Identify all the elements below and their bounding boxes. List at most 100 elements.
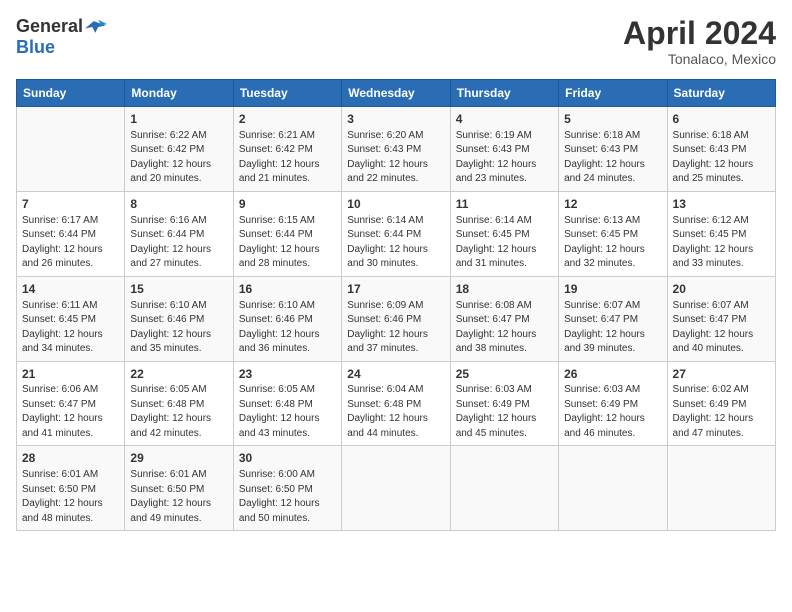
day-info: Sunrise: 6:20 AMSunset: 6:43 PMDaylight:… xyxy=(347,129,444,187)
day-number: 2 xyxy=(239,111,336,128)
day-number: 15 xyxy=(130,281,227,298)
day-info: Sunrise: 6:11 AMSunset: 6:45 PMDaylight:… xyxy=(22,299,119,357)
calendar-cell: 24Sunrise: 6:04 AMSunset: 6:48 PMDayligh… xyxy=(342,361,450,446)
month-title: April 2024 xyxy=(623,16,776,51)
day-number: 5 xyxy=(564,111,661,128)
calendar-cell: 17Sunrise: 6:09 AMSunset: 6:46 PMDayligh… xyxy=(342,276,450,361)
day-number: 12 xyxy=(564,196,661,213)
logo: General Blue xyxy=(16,16,107,58)
calendar-cell: 12Sunrise: 6:13 AMSunset: 6:45 PMDayligh… xyxy=(559,191,667,276)
day-info: Sunrise: 6:18 AMSunset: 6:43 PMDaylight:… xyxy=(673,129,770,187)
calendar-cell xyxy=(342,446,450,531)
calendar-week-row: 28 Sunrise: 6:01 AMSunset: 6:50 PMDayligh… xyxy=(17,446,776,531)
day-info: Sunrise: 6:05 AMSunset: 6:48 PMDaylight:… xyxy=(130,383,227,441)
day-number: 25 xyxy=(456,366,553,383)
subtitle: Tonalaco, Mexico xyxy=(623,51,776,67)
day-info: Sunrise: 6:05 AMSunset: 6:48 PMDaylight:… xyxy=(239,383,336,441)
calendar-cell: 4Sunrise: 6:19 AMSunset: 6:43 PMDaylight… xyxy=(450,107,558,192)
day-number: 6 xyxy=(673,111,770,128)
day-info: Sunrise: 6:10 AMSunset: 6:46 PMDaylight:… xyxy=(239,299,336,357)
day-number: 26 xyxy=(564,366,661,383)
calendar-cell: 9Sunrise: 6:15 AMSunset: 6:44 PMDaylight… xyxy=(233,191,341,276)
calendar-week-row: 7Sunrise: 6:17 AMSunset: 6:44 PMDaylight… xyxy=(17,191,776,276)
calendar-cell xyxy=(450,446,558,531)
day-number: 29 xyxy=(130,450,227,467)
day-info: Sunrise: 6:00 AMSunset: 6:50 PMDaylight:… xyxy=(239,468,336,526)
day-number: 22 xyxy=(130,366,227,383)
day-info: Sunrise: 6:13 AMSunset: 6:45 PMDaylight:… xyxy=(564,214,661,272)
day-number: 21 xyxy=(22,366,119,383)
day-info: Sunrise: 6:07 AMSunset: 6:47 PMDaylight:… xyxy=(673,299,770,357)
day-info: Sunrise: 6:08 AMSunset: 6:47 PMDaylight:… xyxy=(456,299,553,357)
day-number: 9 xyxy=(239,196,336,213)
calendar-cell: 16Sunrise: 6:10 AMSunset: 6:46 PMDayligh… xyxy=(233,276,341,361)
day-number: 17 xyxy=(347,281,444,298)
calendar-cell: 26Sunrise: 6:03 AMSunset: 6:49 PMDayligh… xyxy=(559,361,667,446)
day-number: 11 xyxy=(456,196,553,213)
day-number: 28 xyxy=(22,450,119,467)
logo-general: General xyxy=(16,17,83,37)
day-number: 1 xyxy=(130,111,227,128)
calendar-cell: 18Sunrise: 6:08 AMSunset: 6:47 PMDayligh… xyxy=(450,276,558,361)
day-number: 10 xyxy=(347,196,444,213)
day-info: Sunrise: 6:02 AMSunset: 6:49 PMDaylight:… xyxy=(673,383,770,441)
logo-bird-icon xyxy=(85,16,107,38)
day-info: Sunrise: 6:21 AMSunset: 6:42 PMDaylight:… xyxy=(239,129,336,187)
day-info: Sunrise: 6:17 AMSunset: 6:44 PMDaylight:… xyxy=(22,214,119,272)
day-number: 3 xyxy=(347,111,444,128)
calendar-cell xyxy=(559,446,667,531)
calendar-cell: 15Sunrise: 6:10 AMSunset: 6:46 PMDayligh… xyxy=(125,276,233,361)
title-block: April 2024 Tonalaco, Mexico xyxy=(623,16,776,67)
calendar-cell: 20Sunrise: 6:07 AMSunset: 6:47 PMDayligh… xyxy=(667,276,775,361)
calendar-cell: 7Sunrise: 6:17 AMSunset: 6:44 PMDaylight… xyxy=(17,191,125,276)
calendar-cell: 19Sunrise: 6:07 AMSunset: 6:47 PMDayligh… xyxy=(559,276,667,361)
calendar-cell: 11Sunrise: 6:14 AMSunset: 6:45 PMDayligh… xyxy=(450,191,558,276)
calendar-cell xyxy=(667,446,775,531)
col-header-wednesday: Wednesday xyxy=(342,80,450,107)
day-info: Sunrise: 6:10 AMSunset: 6:46 PMDaylight:… xyxy=(130,299,227,357)
calendar-cell: 23Sunrise: 6:05 AMSunset: 6:48 PMDayligh… xyxy=(233,361,341,446)
calendar-week-row: 14Sunrise: 6:11 AMSunset: 6:45 PMDayligh… xyxy=(17,276,776,361)
calendar-week-row: 1Sunrise: 6:22 AMSunset: 6:42 PMDaylight… xyxy=(17,107,776,192)
calendar-cell: 21Sunrise: 6:06 AMSunset: 6:47 PMDayligh… xyxy=(17,361,125,446)
logo-blue: Blue xyxy=(16,38,55,58)
day-number: 23 xyxy=(239,366,336,383)
page-header: General Blue April 2024 Tonalaco, Mexico xyxy=(16,16,776,67)
col-header-tuesday: Tuesday xyxy=(233,80,341,107)
calendar-cell: 10Sunrise: 6:14 AMSunset: 6:44 PMDayligh… xyxy=(342,191,450,276)
calendar-cell: 1Sunrise: 6:22 AMSunset: 6:42 PMDaylight… xyxy=(125,107,233,192)
day-info: Sunrise: 6:09 AMSunset: 6:46 PMDaylight:… xyxy=(347,299,444,357)
day-number: 24 xyxy=(347,366,444,383)
calendar-cell: 5Sunrise: 6:18 AMSunset: 6:43 PMDaylight… xyxy=(559,107,667,192)
day-info: Sunrise: 6:07 AMSunset: 6:47 PMDaylight:… xyxy=(564,299,661,357)
day-number: 14 xyxy=(22,281,119,298)
day-number: 8 xyxy=(130,196,227,213)
day-info: Sunrise: 6:12 AMSunset: 6:45 PMDaylight:… xyxy=(673,214,770,272)
calendar-cell: 25Sunrise: 6:03 AMSunset: 6:49 PMDayligh… xyxy=(450,361,558,446)
calendar-header-row: SundayMondayTuesdayWednesdayThursdayFrid… xyxy=(17,80,776,107)
calendar-cell xyxy=(17,107,125,192)
day-info: Sunrise: 6:04 AMSunset: 6:48 PMDaylight:… xyxy=(347,383,444,441)
day-info: Sunrise: 6:14 AMSunset: 6:45 PMDaylight:… xyxy=(456,214,553,272)
calendar-body: 1Sunrise: 6:22 AMSunset: 6:42 PMDaylight… xyxy=(17,107,776,531)
calendar-cell: 8Sunrise: 6:16 AMSunset: 6:44 PMDaylight… xyxy=(125,191,233,276)
calendar-cell: 22Sunrise: 6:05 AMSunset: 6:48 PMDayligh… xyxy=(125,361,233,446)
calendar-cell: 27Sunrise: 6:02 AMSunset: 6:49 PMDayligh… xyxy=(667,361,775,446)
day-info: Sunrise: 6:16 AMSunset: 6:44 PMDaylight:… xyxy=(130,214,227,272)
col-header-thursday: Thursday xyxy=(450,80,558,107)
calendar-cell: 30Sunrise: 6:00 AMSunset: 6:50 PMDayligh… xyxy=(233,446,341,531)
calendar-cell: 3Sunrise: 6:20 AMSunset: 6:43 PMDaylight… xyxy=(342,107,450,192)
col-header-saturday: Saturday xyxy=(667,80,775,107)
day-number: 7 xyxy=(22,196,119,213)
calendar-table: SundayMondayTuesdayWednesdayThursdayFrid… xyxy=(16,79,776,531)
day-info: Sunrise: 6:03 AMSunset: 6:49 PMDaylight:… xyxy=(564,383,661,441)
day-number: 18 xyxy=(456,281,553,298)
col-header-sunday: Sunday xyxy=(17,80,125,107)
day-number: 30 xyxy=(239,450,336,467)
day-info: Sunrise: 6:01 AMSunset: 6:50 PMDaylight:… xyxy=(130,468,227,526)
col-header-friday: Friday xyxy=(559,80,667,107)
calendar-week-row: 21Sunrise: 6:06 AMSunset: 6:47 PMDayligh… xyxy=(17,361,776,446)
day-number: 27 xyxy=(673,366,770,383)
day-info: Sunrise: 6:18 AMSunset: 6:43 PMDaylight:… xyxy=(564,129,661,187)
col-header-monday: Monday xyxy=(125,80,233,107)
